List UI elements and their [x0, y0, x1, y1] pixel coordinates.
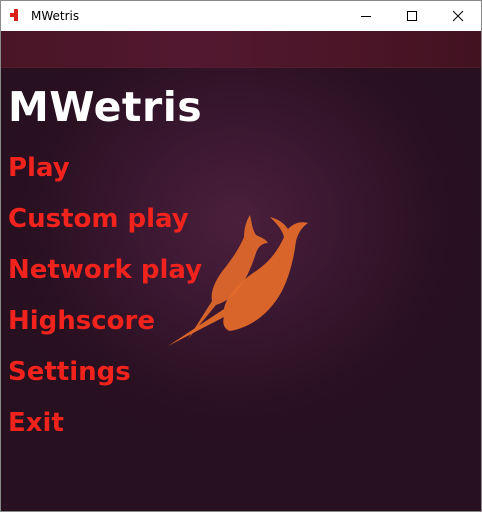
menu-item-network-play[interactable]: Network play	[8, 254, 202, 286]
minimize-button[interactable]	[343, 1, 389, 31]
top-band-divider	[1, 67, 481, 68]
menu-item-highscore[interactable]: Highscore	[8, 305, 155, 337]
close-button[interactable]	[435, 1, 481, 31]
app-icon[interactable]	[10, 9, 22, 21]
title-bar[interactable]: MWetris	[1, 1, 481, 31]
close-icon	[452, 10, 464, 22]
app-window: MWetris MWetris Play Custom play Network…	[0, 0, 482, 512]
game-title: MWetris	[8, 83, 203, 131]
menu-item-exit[interactable]: Exit	[8, 407, 64, 439]
menu-item-settings[interactable]: Settings	[8, 356, 131, 388]
window-title: MWetris	[31, 9, 80, 23]
menu-item-custom-play[interactable]: Custom play	[8, 203, 189, 235]
menu-item-play[interactable]: Play	[8, 152, 70, 184]
main-menu-screen: MWetris Play Custom play Network play Hi…	[1, 31, 481, 511]
top-band	[1, 31, 481, 68]
maximize-button[interactable]	[389, 1, 435, 31]
minimize-icon	[361, 16, 371, 17]
maximize-icon	[407, 11, 417, 21]
